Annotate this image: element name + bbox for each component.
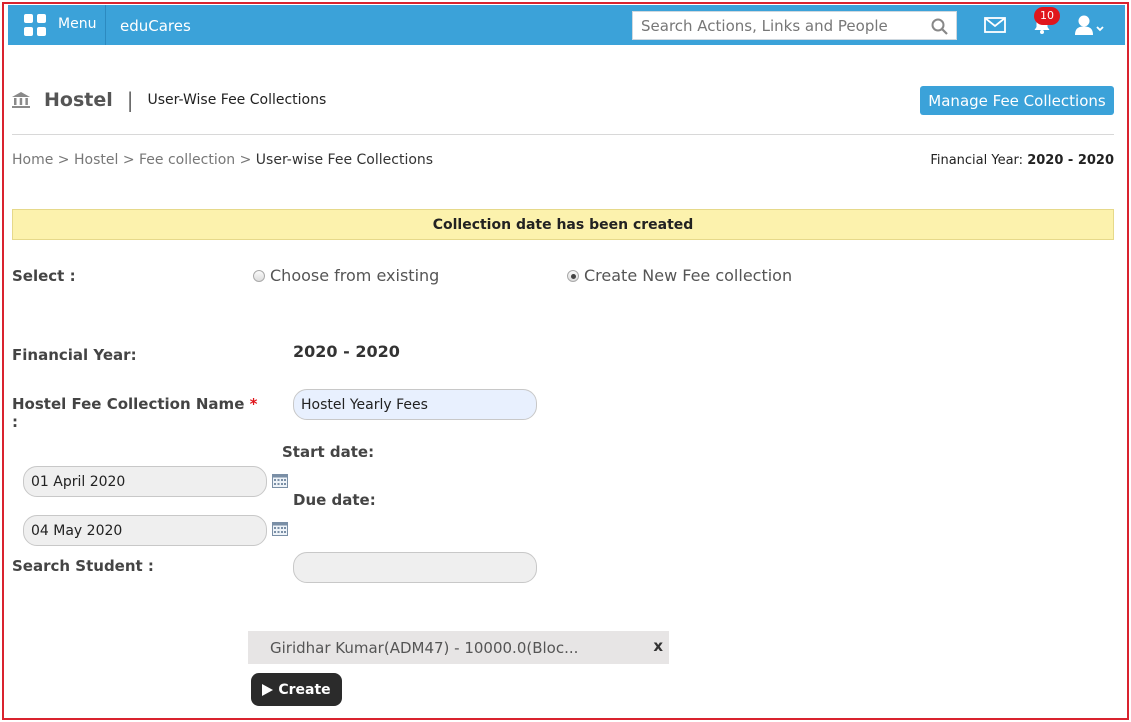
collection-name-label: Hostel Fee Collection Name * :	[12, 395, 282, 431]
play-arrow-icon	[262, 683, 274, 696]
brand-name[interactable]: eduCares	[120, 17, 191, 35]
page-title: Hostel	[44, 89, 113, 111]
create-button-label: Create	[278, 681, 331, 698]
start-date-label: Start date:	[282, 443, 375, 461]
collection-name-input[interactable]	[293, 389, 537, 420]
search-student-input[interactable]	[293, 552, 537, 583]
top-navbar: Menu eduCares 10	[8, 5, 1125, 45]
select-label: Select :	[12, 267, 76, 285]
radio-label-existing: Choose from existing	[270, 266, 440, 285]
create-button[interactable]: Create	[251, 673, 342, 706]
breadcrumb-fee-collection[interactable]: Fee collection	[139, 152, 235, 168]
due-date-calendar-icon[interactable]	[272, 522, 288, 536]
breadcrumb: Home > Hostel > Fee collection > User-wi…	[12, 152, 433, 168]
breadcrumb-hostel[interactable]: Hostel	[74, 152, 118, 168]
radio-choose-existing[interactable]: Choose from existing	[253, 266, 439, 285]
breadcrumb-separator: >	[57, 152, 70, 168]
selected-student-chip: Giridhar Kumar(ADM47) - 10000.0(Bloc... …	[248, 631, 669, 664]
success-notice: Collection date has been created	[12, 209, 1114, 240]
due-date-label: Due date:	[293, 491, 376, 509]
due-date-input[interactable]	[23, 515, 267, 546]
breadcrumb-current: User-wise Fee Collections	[255, 152, 434, 168]
grid-menu-icon	[24, 14, 46, 36]
radio-button-existing[interactable]	[253, 269, 265, 282]
required-marker: *	[249, 395, 258, 413]
breadcrumb-home[interactable]: Home	[12, 152, 53, 168]
financial-year-field-value: 2020 - 2020	[293, 342, 400, 361]
search-student-label: Search Student :	[12, 557, 154, 575]
header-divider	[12, 134, 1114, 135]
start-date-input[interactable]	[23, 466, 267, 497]
remove-student-icon[interactable]: x	[653, 637, 663, 655]
manage-fee-collections-button[interactable]: Manage Fee Collections	[920, 86, 1114, 115]
financial-year-label: Financial Year:	[930, 153, 1024, 168]
notification-badge: 10	[1034, 7, 1060, 25]
financial-year-field-label: Financial Year:	[12, 346, 137, 364]
page-header: Hostel | User-Wise Fee Collections	[12, 88, 326, 112]
menu-label: Menu	[58, 16, 97, 32]
radio-create-new[interactable]: Create New Fee collection	[567, 266, 792, 285]
selected-student-text: Giridhar Kumar(ADM47) - 10000.0(Bloc...	[270, 639, 579, 657]
financial-year-value: 2020 - 2020	[1027, 153, 1114, 168]
financial-year-header: Financial Year: 2020 - 2020	[930, 153, 1114, 168]
search-input[interactable]	[633, 12, 923, 39]
title-separator: |	[126, 88, 134, 112]
radio-label-new: Create New Fee collection	[584, 266, 793, 285]
mail-icon[interactable]	[984, 17, 1006, 33]
global-search	[632, 11, 957, 40]
radio-button-new[interactable]	[567, 269, 579, 282]
breadcrumb-separator: >	[239, 152, 252, 168]
start-date-calendar-icon[interactable]	[272, 474, 288, 488]
page-subtitle: User-Wise Fee Collections	[147, 92, 327, 108]
collection-name-label-text: Hostel Fee Collection Name	[12, 395, 245, 413]
hostel-building-icon	[12, 92, 30, 108]
collection-name-colon: :	[12, 413, 18, 431]
menu-button[interactable]: Menu	[10, 5, 106, 45]
user-menu-icon[interactable]	[1074, 14, 1106, 36]
search-icon[interactable]	[931, 18, 948, 35]
breadcrumb-separator: >	[122, 152, 135, 168]
